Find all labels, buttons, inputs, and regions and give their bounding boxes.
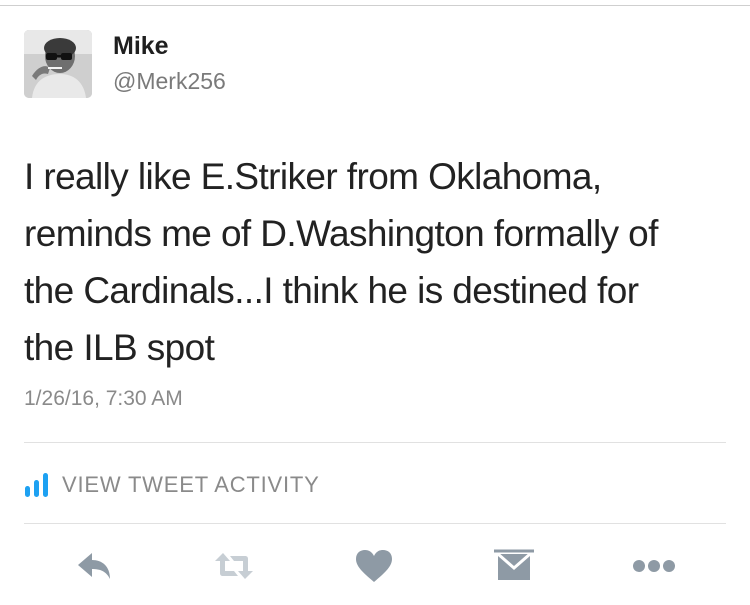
avatar[interactable] xyxy=(24,30,92,98)
display-name[interactable]: Mike xyxy=(113,31,169,61)
reply-button[interactable] xyxy=(72,548,116,588)
divider xyxy=(24,523,726,524)
envelope-icon xyxy=(494,549,534,580)
tweet-text-line: the ILB spot xyxy=(24,327,215,368)
tweet-text-line: the Cardinals...I think he is destined f… xyxy=(24,270,639,311)
avatar-image xyxy=(24,30,92,98)
like-button[interactable] xyxy=(352,548,396,588)
tweet-timestamp: 1/26/16, 7:30 AM xyxy=(24,387,183,410)
tweet-text-line: I really like E.Striker from Oklahoma, xyxy=(24,156,602,197)
tweet-text-line: reminds me of D.Washington formally of xyxy=(24,213,658,254)
direct-message-button[interactable] xyxy=(492,548,536,588)
heart-icon xyxy=(356,550,392,582)
user-handle[interactable]: @Merk256 xyxy=(113,67,226,95)
more-options-button[interactable] xyxy=(630,548,675,588)
retweet-icon xyxy=(215,553,253,579)
view-tweet-activity-link[interactable]: VIEW TWEET ACTIVITY xyxy=(22,468,320,502)
view-tweet-activity-label: VIEW TWEET ACTIVITY xyxy=(62,472,320,497)
tweet-text: I really like E.Striker from Oklahoma, r… xyxy=(24,148,729,376)
bar-chart-icon xyxy=(25,473,48,497)
divider xyxy=(24,442,726,443)
reply-icon xyxy=(78,553,110,579)
more-icon xyxy=(633,560,675,572)
retweet-button[interactable] xyxy=(212,548,256,588)
top-divider xyxy=(0,5,750,6)
